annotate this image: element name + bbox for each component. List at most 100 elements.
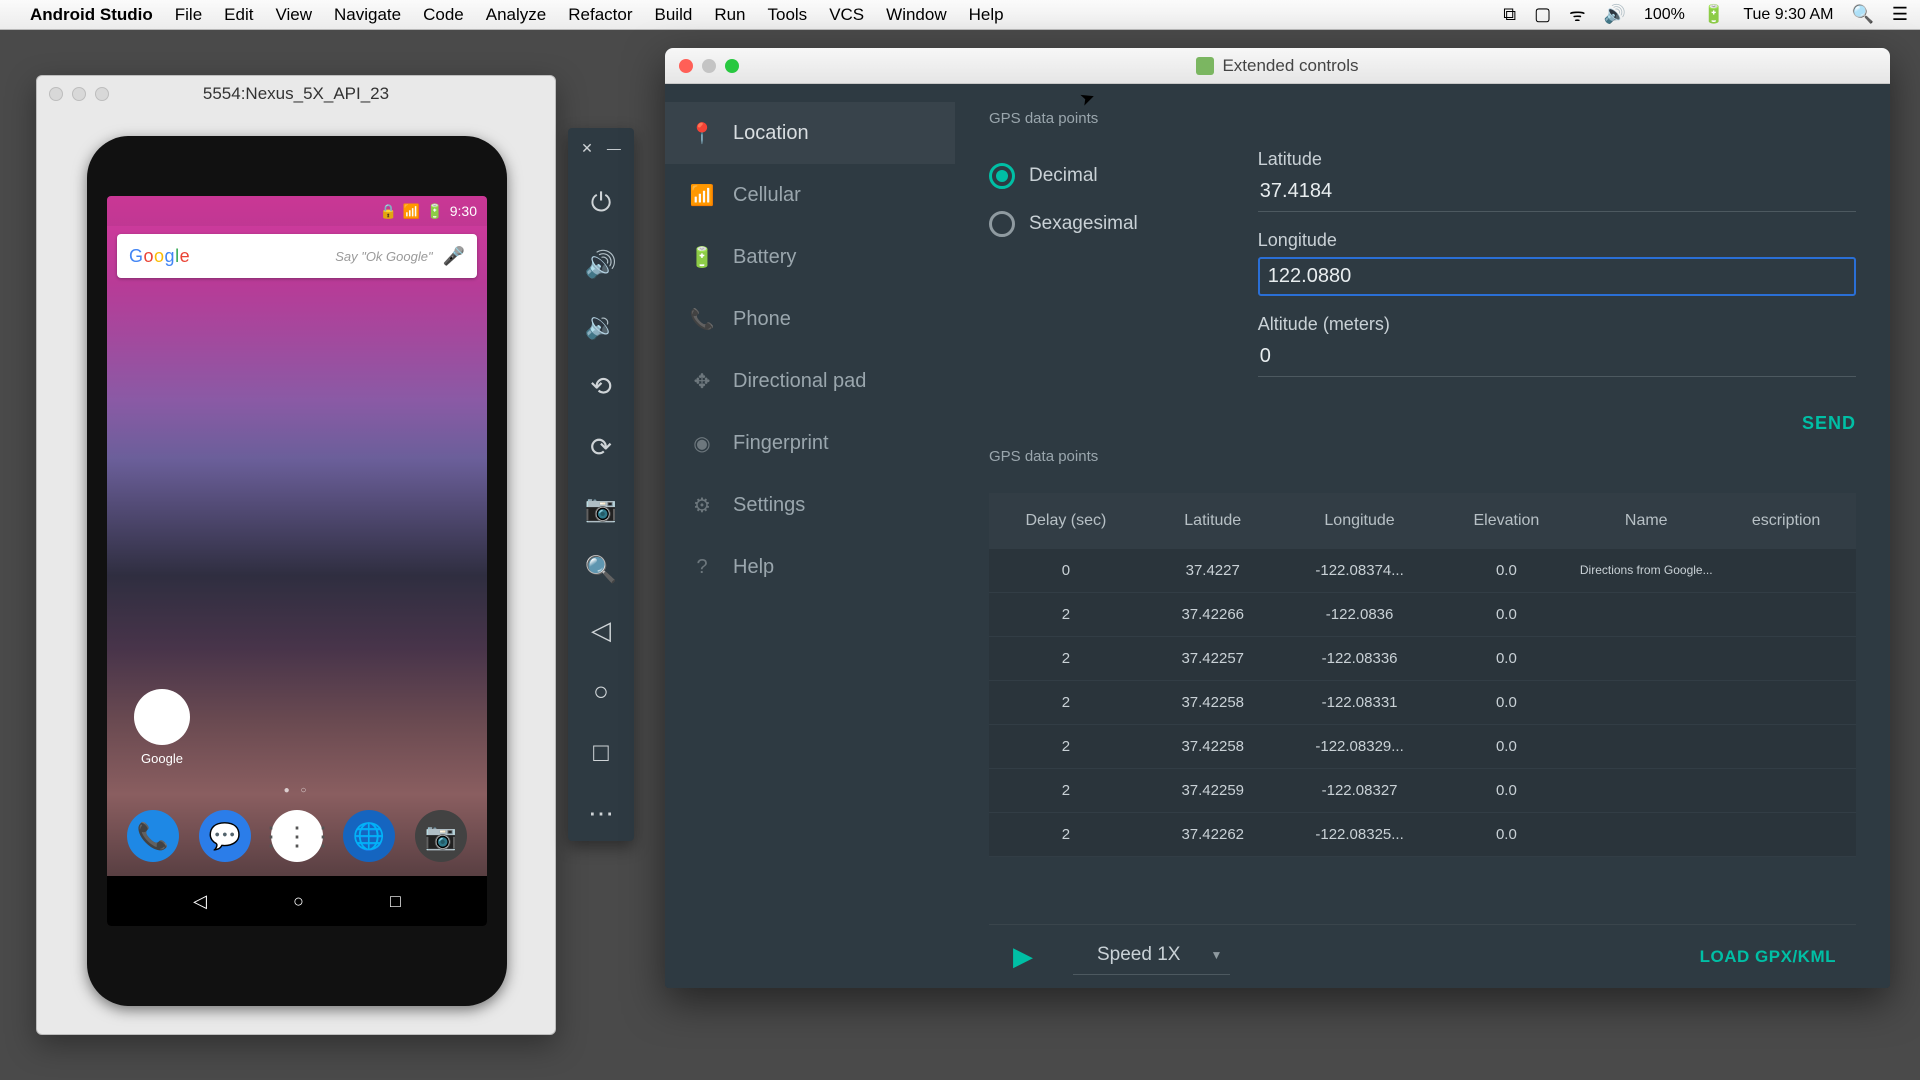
wifi-icon[interactable]: ᯤ	[1569, 3, 1585, 27]
table-row[interactable]: 237.42259-122.083270.0	[989, 769, 1856, 813]
toolbar-close-icon[interactable]: ✕	[581, 140, 593, 157]
app-drawer-icon[interactable]: ⋮⋮⋮	[271, 810, 323, 862]
table-cell: 2	[989, 826, 1143, 843]
speed-dropdown[interactable]: Speed 1X ▼	[1073, 938, 1230, 975]
table-row[interactable]: 237.42257-122.083360.0	[989, 637, 1856, 681]
load-gpx-button[interactable]: LOAD GPX/KML	[1700, 947, 1836, 967]
volume-down-icon[interactable]: 🔉	[585, 310, 617, 341]
google-folder[interactable]: G Google	[129, 689, 195, 766]
category-fingerprint[interactable]: ◉Fingerprint	[665, 412, 955, 474]
menu-view[interactable]: View	[275, 5, 312, 25]
play-button[interactable]: ▶	[1013, 941, 1033, 972]
menu-help[interactable]: Help	[969, 5, 1004, 25]
emulator-close-icon[interactable]	[49, 87, 63, 101]
google-search-bar[interactable]: Google Say "Ok Google" 🎤	[117, 234, 477, 278]
table-cell: 0.0	[1436, 606, 1576, 623]
battery-small-icon: 🔋	[426, 203, 443, 220]
mic-icon[interactable]: 🎤	[443, 246, 465, 267]
camera-app-icon[interactable]: 📷	[415, 810, 467, 862]
menu-vcs[interactable]: VCS	[829, 5, 864, 25]
toolbar-minimize-icon[interactable]: —	[607, 140, 621, 157]
menubar-clock[interactable]: Tue 9:30 AM	[1743, 6, 1833, 24]
table-cell: 0	[989, 562, 1143, 579]
sexagesimal-radio[interactable]: Sexagesimal	[989, 211, 1138, 237]
volume-up-icon[interactable]: 🔊	[585, 249, 617, 280]
longitude-value[interactable]: 122.0880	[1258, 257, 1856, 296]
table-cell: 2	[989, 782, 1143, 799]
menu-window[interactable]: Window	[886, 5, 946, 25]
menu-file[interactable]: File	[175, 5, 202, 25]
spotlight-icon[interactable]: 🔍	[1851, 4, 1873, 25]
category-phone[interactable]: 📞Phone	[665, 288, 955, 350]
table-row[interactable]: 237.42258-122.083310.0	[989, 681, 1856, 725]
airplay-icon[interactable]: ▢	[1534, 4, 1551, 25]
altitude-value[interactable]: 0	[1258, 341, 1856, 377]
category-help[interactable]: ?Help	[665, 536, 955, 598]
menu-run[interactable]: Run	[714, 5, 745, 25]
menu-analyze[interactable]: Analyze	[486, 5, 546, 25]
volume-icon[interactable]: 🔊	[1604, 4, 1626, 25]
menu-tools[interactable]: Tools	[768, 5, 808, 25]
menu-navigate[interactable]: Navigate	[334, 5, 401, 25]
battery-icon[interactable]: 🔋	[1703, 4, 1725, 25]
back-nav-icon[interactable]: ◁	[193, 891, 207, 912]
table-cell: -122.08336	[1283, 650, 1437, 667]
speed-label: Speed 1X	[1097, 944, 1180, 966]
hamburger-icon[interactable]: ☰	[1892, 4, 1908, 25]
camera-icon[interactable]: 📷	[585, 493, 617, 524]
emulator-zoom-icon[interactable]	[95, 87, 109, 101]
phone-screen[interactable]: 🔒 📶 🔋 9:30 Google Say "Ok Google" 🎤 G Go…	[107, 196, 487, 926]
status-time: 9:30	[450, 203, 477, 219]
rotate-left-icon[interactable]: ⟲	[590, 371, 612, 402]
emulator-titlebar[interactable]: 5554:Nexus_5X_API_23	[37, 76, 555, 112]
battery-percent[interactable]: 100%	[1644, 6, 1685, 24]
latitude-value[interactable]: 37.4184	[1258, 176, 1856, 212]
menu-build[interactable]: Build	[655, 5, 693, 25]
power-icon[interactable]: ⏻	[591, 187, 612, 219]
menu-code[interactable]: Code	[423, 5, 464, 25]
back-tool-icon[interactable]: ◁	[591, 615, 611, 646]
home-nav-icon[interactable]: ○	[293, 891, 304, 912]
more-tool-icon[interactable]: ⋯	[588, 798, 614, 829]
phone-app-icon[interactable]: 📞	[127, 810, 179, 862]
signal-icon: 📶	[403, 203, 420, 220]
latitude-field[interactable]: Latitude 37.4184	[1258, 149, 1856, 212]
table-row[interactable]: 237.42266-122.08360.0	[989, 593, 1856, 637]
extended-app-icon	[1196, 57, 1214, 75]
column-header: Elevation	[1436, 512, 1576, 530]
app-name[interactable]: Android Studio	[30, 5, 153, 25]
longitude-field[interactable]: Longitude 122.0880	[1258, 230, 1856, 296]
overview-tool-icon[interactable]: □	[593, 737, 609, 768]
altitude-field[interactable]: Altitude (meters) 0	[1258, 314, 1856, 377]
send-button[interactable]: SEND	[1802, 413, 1856, 433]
table-row[interactable]: 237.42262-122.08325...0.0	[989, 813, 1856, 857]
category-battery[interactable]: 🔋Battery	[665, 226, 955, 288]
category-label: Battery	[733, 246, 796, 269]
gps-table-heading: GPS data points	[989, 448, 1856, 465]
recents-nav-icon[interactable]: □	[390, 891, 401, 912]
category-cellular[interactable]: 📶Cellular	[665, 164, 955, 226]
android-navbar: ◁ ○ □	[107, 876, 487, 926]
emulator-minimize-icon[interactable]	[72, 87, 86, 101]
table-row[interactable]: 237.42258-122.08329...0.0	[989, 725, 1856, 769]
table-cell: -122.08325...	[1283, 826, 1437, 843]
table-row[interactable]: 037.4227-122.08374...0.0Directions from …	[989, 549, 1856, 593]
table-body: 037.4227-122.08374...0.0Directions from …	[989, 549, 1856, 857]
decimal-radio[interactable]: Decimal	[989, 163, 1138, 189]
category-location[interactable]: 📍Location	[665, 102, 955, 164]
sexagesimal-label: Sexagesimal	[1029, 213, 1138, 235]
rotate-right-icon[interactable]: ⟳	[590, 432, 612, 463]
menu-edit[interactable]: Edit	[224, 5, 253, 25]
google-logo: Google	[129, 246, 190, 267]
menu-refactor[interactable]: Refactor	[568, 5, 632, 25]
category-settings[interactable]: ⚙Settings	[665, 474, 955, 536]
screencast-icon[interactable]: ⧉	[1503, 4, 1516, 25]
browser-app-icon[interactable]: 🌐	[343, 810, 395, 862]
messages-app-icon[interactable]: 💬	[199, 810, 251, 862]
location-panel: GPS data points Decimal Sexagesimal	[955, 84, 1890, 988]
category-directional-pad[interactable]: ✥Directional pad	[665, 350, 955, 412]
home-tool-icon[interactable]: ○	[593, 676, 609, 707]
page-dots: ● ○	[107, 785, 487, 796]
extended-titlebar[interactable]: Extended controls ➤	[665, 48, 1890, 84]
zoom-tool-icon[interactable]: 🔍	[585, 554, 617, 585]
